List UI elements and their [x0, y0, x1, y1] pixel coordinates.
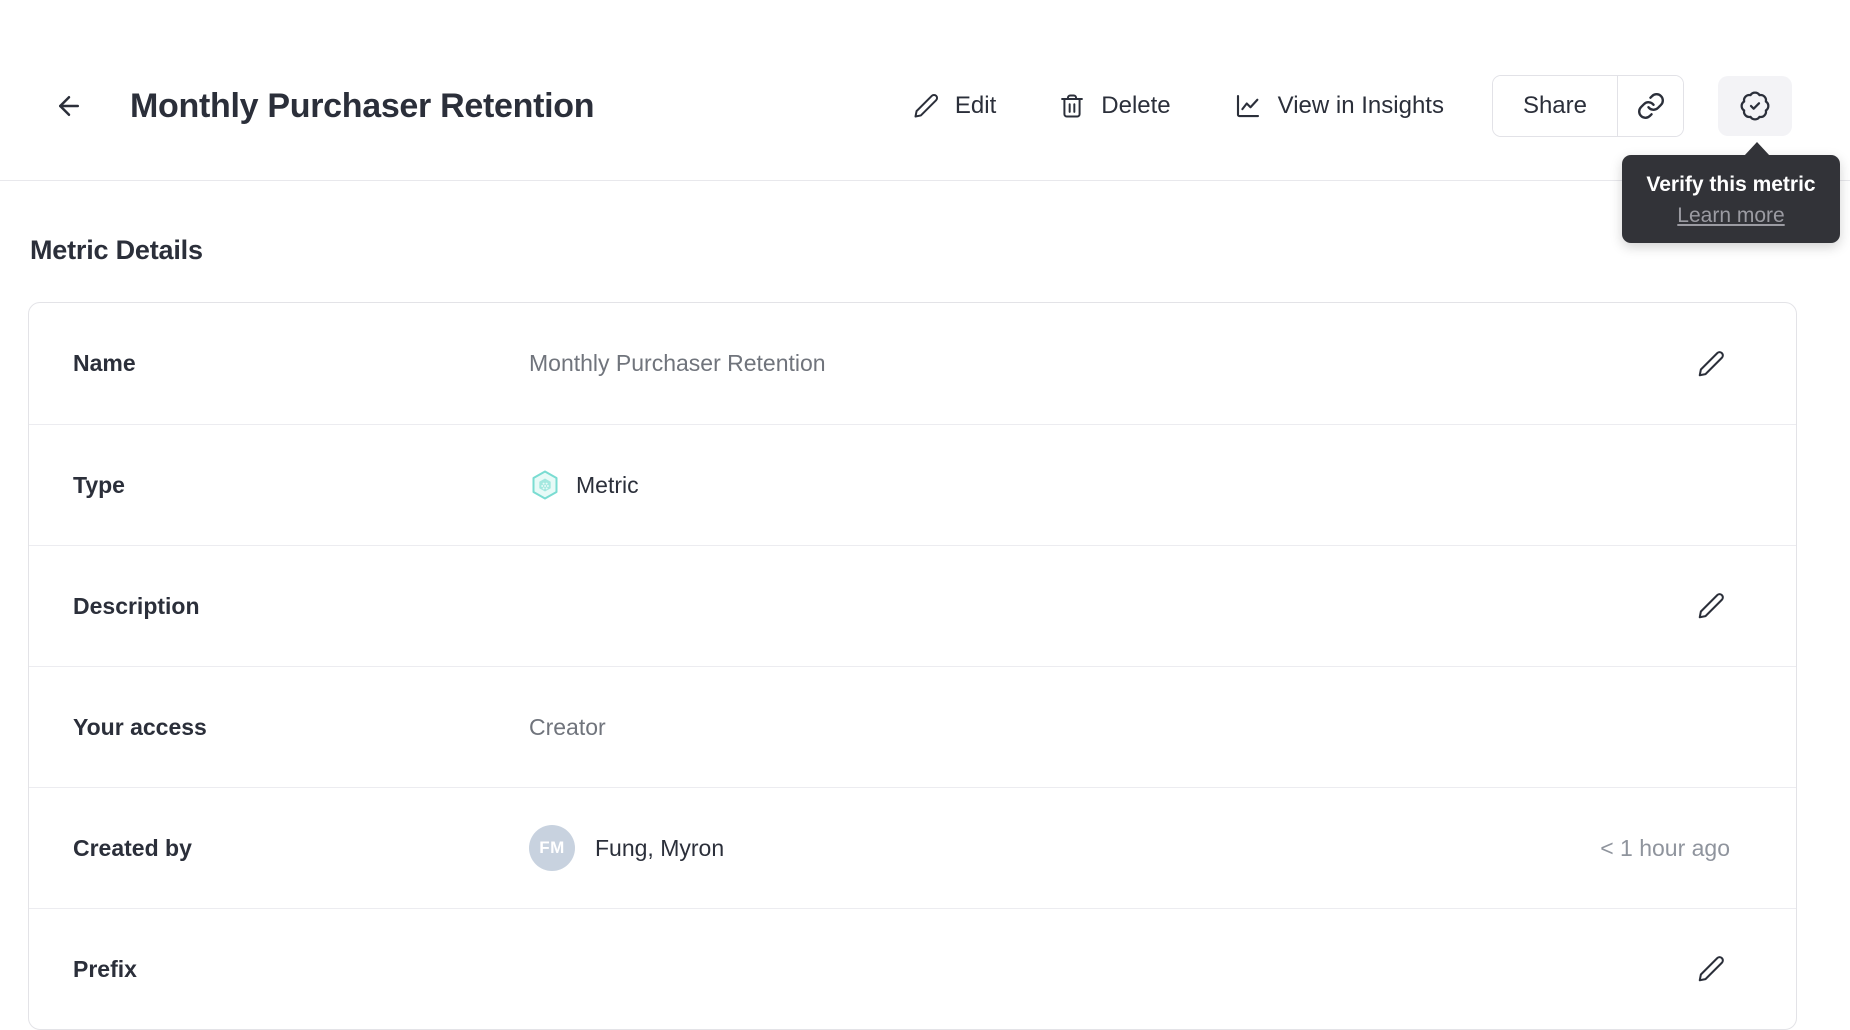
row-label: Description: [73, 592, 200, 619]
pencil-icon: [1696, 349, 1726, 379]
verify-metric-button[interactable]: [1718, 76, 1792, 136]
detail-row-type: Type Metric: [29, 424, 1796, 545]
line-chart-icon: [1233, 91, 1263, 121]
row-label: Prefix: [73, 955, 137, 982]
creator-name: Fung, Myron: [595, 834, 725, 861]
page-title: Monthly Purchaser Retention: [130, 86, 595, 125]
detail-row-name: Name Monthly Purchaser Retention: [29, 303, 1796, 424]
view-in-insights-label: View in Insights: [1277, 92, 1444, 119]
avatar: FM: [529, 825, 575, 871]
verified-badge-icon: [1739, 90, 1771, 122]
row-value: Creator: [529, 713, 606, 740]
row-value: Monthly Purchaser Retention: [529, 350, 826, 376]
detail-row-prefix: Prefix: [29, 908, 1796, 1029]
edit-button-label: Edit: [954, 92, 997, 119]
metric-details-card: Name Monthly Purchaser Retention Type Me…: [28, 302, 1797, 1030]
edit-prefix-button[interactable]: [1692, 950, 1730, 988]
detail-row-your-access: Your access Creator: [29, 666, 1796, 787]
row-label: Type: [73, 471, 125, 498]
creator-cell: FM Fung, Myron: [529, 825, 724, 871]
back-button[interactable]: [52, 89, 86, 123]
copy-link-button[interactable]: [1617, 76, 1683, 136]
edit-button[interactable]: Edit: [912, 92, 996, 120]
detail-row-description: Description: [29, 545, 1796, 666]
verify-metric-tooltip: Verify this metric Learn more: [1622, 141, 1840, 244]
share-button-group: Share: [1491, 75, 1684, 137]
section-title: Metric Details: [30, 235, 203, 265]
pencil-icon: [912, 92, 940, 120]
row-label: Name: [73, 350, 136, 376]
pencil-icon: [1696, 954, 1726, 984]
metric-hexagon-icon: [529, 469, 561, 501]
pencil-icon: [1696, 591, 1726, 621]
delete-button[interactable]: Delete: [1058, 92, 1171, 120]
share-button[interactable]: Share: [1492, 76, 1617, 136]
link-icon: [1636, 91, 1666, 121]
trash-icon: [1058, 92, 1086, 120]
detail-row-created-by: Created by FM Fung, Myron < 1 hour ago: [29, 787, 1796, 908]
learn-more-link[interactable]: Learn more: [1677, 204, 1784, 228]
edit-description-button[interactable]: [1692, 587, 1730, 625]
view-in-insights-button[interactable]: View in Insights: [1233, 91, 1444, 121]
row-label: Created by: [73, 834, 192, 861]
header: Monthly Purchaser Retention Edit Delete …: [0, 0, 1850, 181]
delete-button-label: Delete: [1101, 92, 1171, 119]
row-value: Metric: [576, 471, 639, 498]
type-value-cell: Metric: [529, 469, 639, 501]
row-label: Your access: [73, 713, 207, 740]
created-timestamp: < 1 hour ago: [1600, 834, 1730, 861]
header-actions: Edit Delete View in Insights Share: [912, 75, 1792, 137]
arrow-left-icon: [54, 91, 84, 121]
edit-name-button[interactable]: [1692, 345, 1730, 383]
tooltip-title: Verify this metric: [1646, 173, 1816, 196]
